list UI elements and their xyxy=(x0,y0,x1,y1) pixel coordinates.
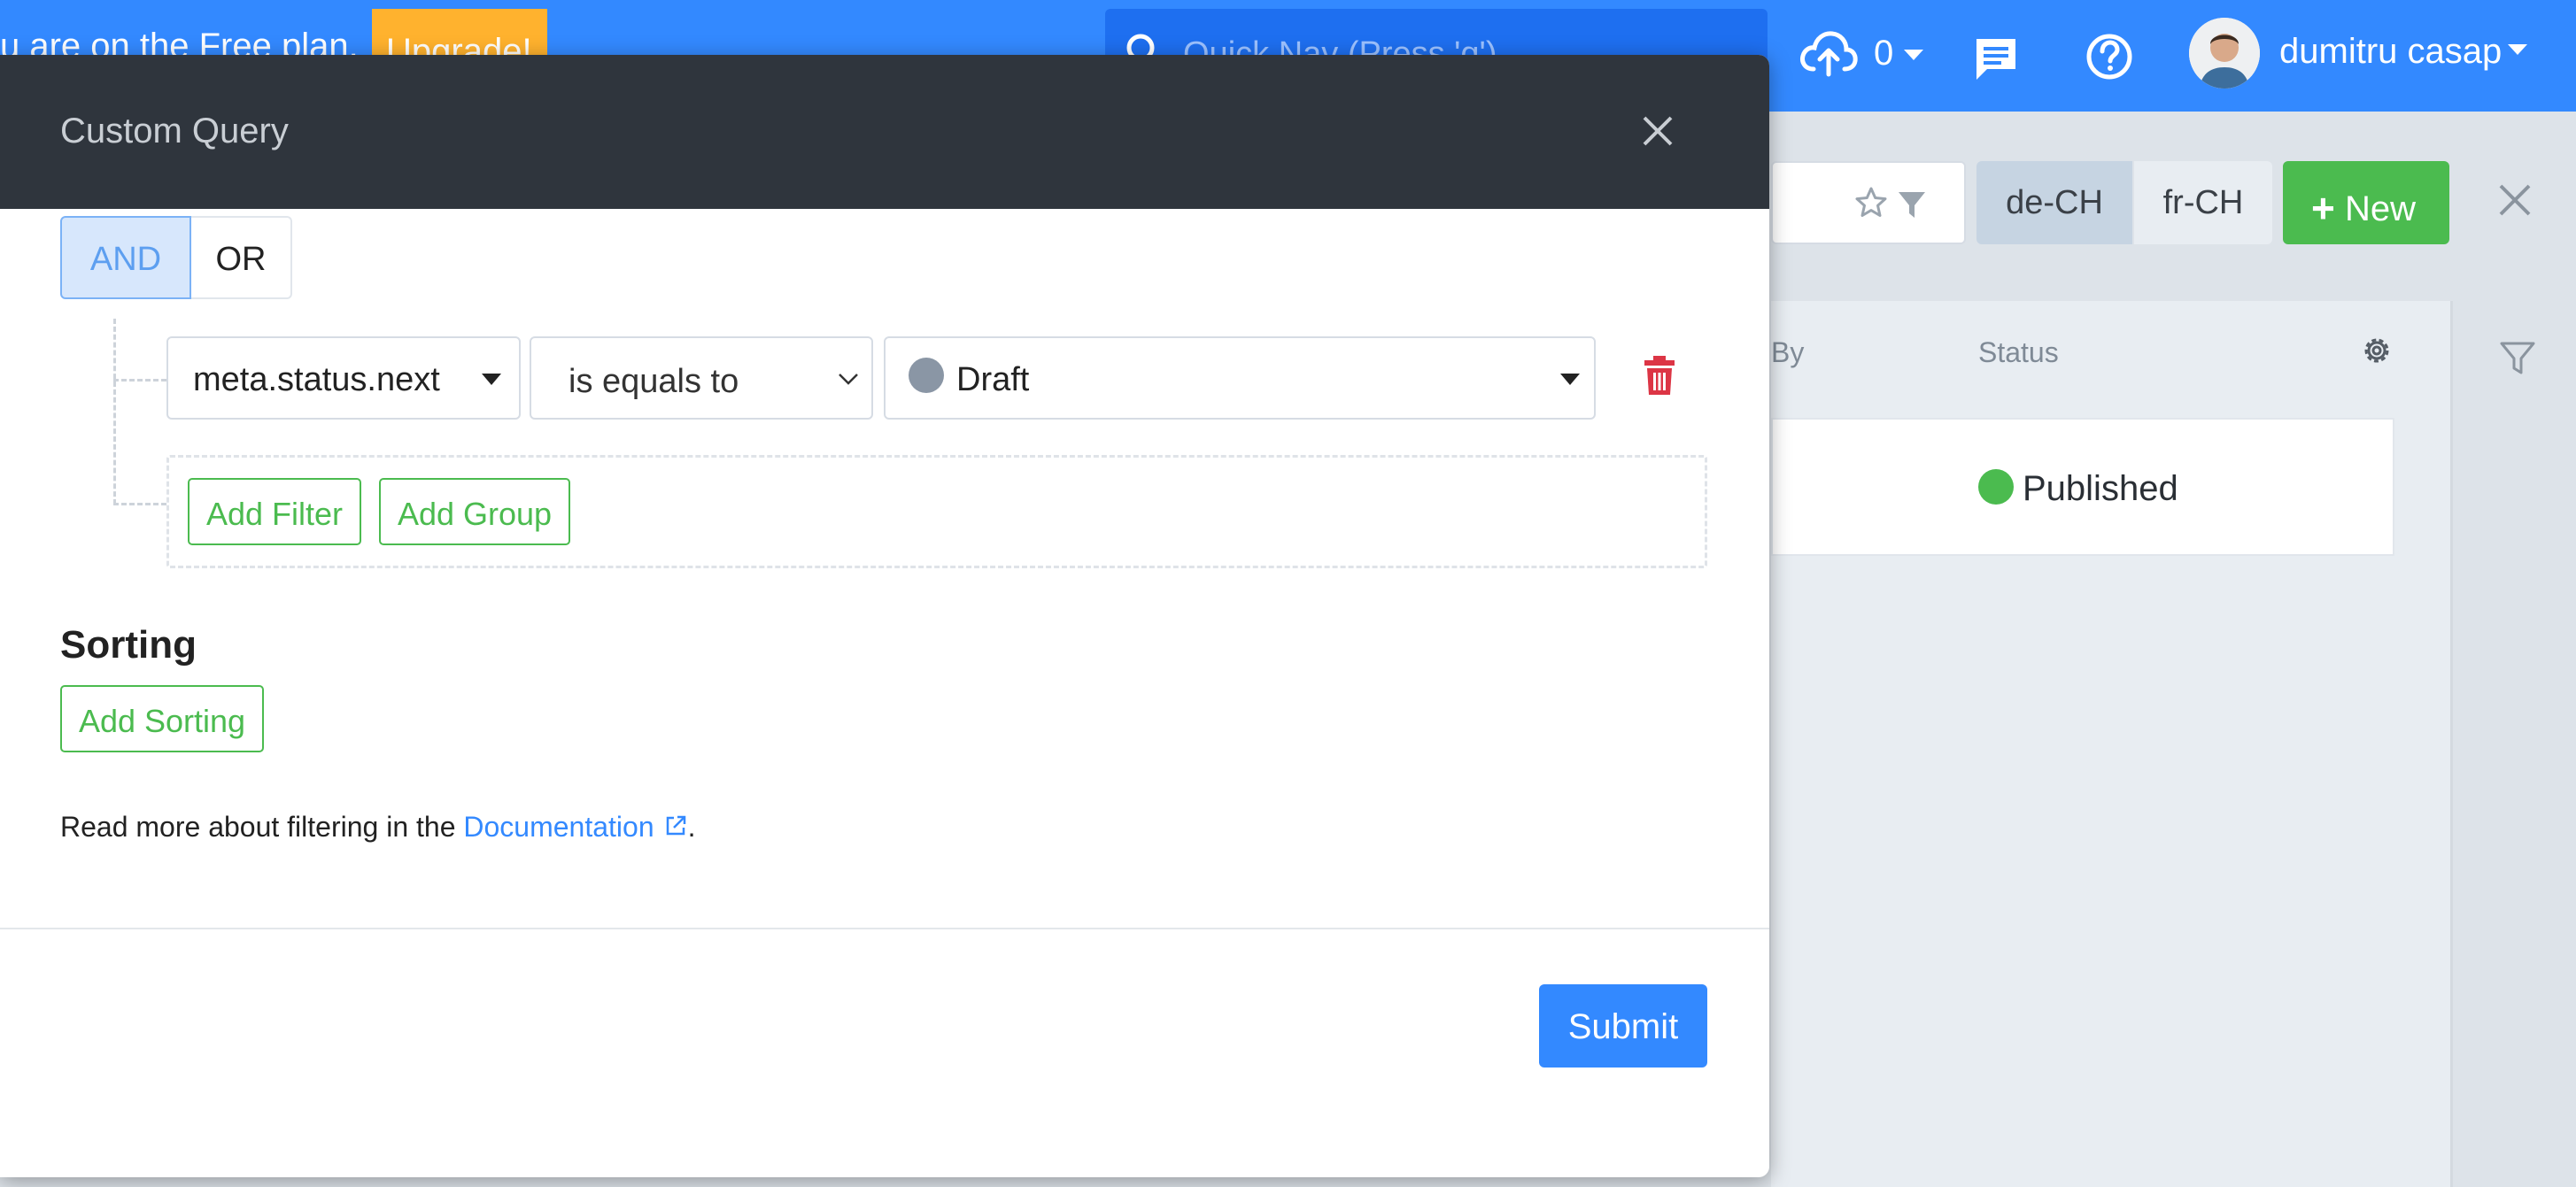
column-header-by[interactable]: By xyxy=(1771,336,1804,369)
status-dot xyxy=(1978,469,2014,505)
filter-field-select[interactable]: meta.status.next xyxy=(166,336,521,420)
submit-button[interactable]: Submit xyxy=(1539,984,1707,1068)
docs-suffix: . xyxy=(687,811,696,843)
tree-connector xyxy=(113,319,116,505)
close-icon[interactable] xyxy=(2497,182,2533,218)
content-search-input[interactable] xyxy=(1771,161,1966,244)
docs-hint: Read more about filtering in the Documen… xyxy=(60,811,696,844)
filter-operator-select[interactable]: is equals to xyxy=(530,336,873,420)
docs-prefix: Read more about filtering in the xyxy=(60,811,464,843)
add-sorting-button[interactable]: Add Sorting xyxy=(60,685,264,752)
chevron-down-icon xyxy=(482,374,501,385)
filter-icon[interactable] xyxy=(1897,189,1927,220)
new-button-label: New xyxy=(2345,189,2417,228)
modal-header: Custom Query xyxy=(0,55,1769,209)
tree-connector xyxy=(113,503,166,505)
new-content-button[interactable]: + New xyxy=(2283,161,2449,244)
user-name: dumitru casap xyxy=(2279,32,2503,71)
logic-or-button[interactable]: OR xyxy=(191,216,292,299)
tree-connector xyxy=(113,379,166,382)
gear-icon[interactable] xyxy=(2359,333,2394,368)
row-status-label: Published xyxy=(2023,469,2178,508)
cloud-upload-icon xyxy=(1800,31,1858,77)
documentation-link[interactable]: Documentation xyxy=(463,811,687,843)
help-icon[interactable] xyxy=(2085,32,2134,81)
add-group-button[interactable]: Add Group xyxy=(379,478,570,545)
modal-footer-divider xyxy=(0,928,1769,929)
documentation-link-label: Documentation xyxy=(463,811,654,843)
chevron-down-icon xyxy=(839,374,858,385)
logic-and-button[interactable]: AND xyxy=(60,216,191,299)
external-link-icon xyxy=(666,815,685,836)
language-de-ch[interactable]: de-CH xyxy=(1976,161,2132,244)
language-fr-ch[interactable]: fr-CH xyxy=(2134,161,2272,244)
custom-query-modal: Custom Query AND OR meta.status.next is … xyxy=(0,55,1769,1177)
chevron-down-icon xyxy=(1904,50,1923,60)
column-header-status[interactable]: Status xyxy=(1978,336,2059,369)
upload-count: 0 xyxy=(1874,34,1894,73)
plus-icon: + xyxy=(2311,185,2335,231)
filter-field-value: meta.status.next xyxy=(193,361,440,398)
close-icon[interactable] xyxy=(1640,113,1675,149)
chevron-down-icon xyxy=(2508,44,2527,55)
avatar xyxy=(2189,18,2260,89)
filter-value-select[interactable]: Draft xyxy=(884,336,1596,420)
status-dot xyxy=(909,358,944,393)
chat-icon[interactable] xyxy=(1971,34,2021,83)
modal-title: Custom Query xyxy=(60,112,289,150)
add-filter-button[interactable]: Add Filter xyxy=(188,478,361,545)
chevron-down-icon xyxy=(1560,374,1580,385)
filter-operator-value: is equals to xyxy=(569,363,739,400)
star-icon[interactable] xyxy=(1854,186,1888,220)
filter-value-label: Draft xyxy=(956,361,1030,398)
trash-icon[interactable] xyxy=(1642,354,1677,397)
sorting-heading: Sorting xyxy=(60,623,197,667)
filter-icon[interactable] xyxy=(2499,340,2536,377)
